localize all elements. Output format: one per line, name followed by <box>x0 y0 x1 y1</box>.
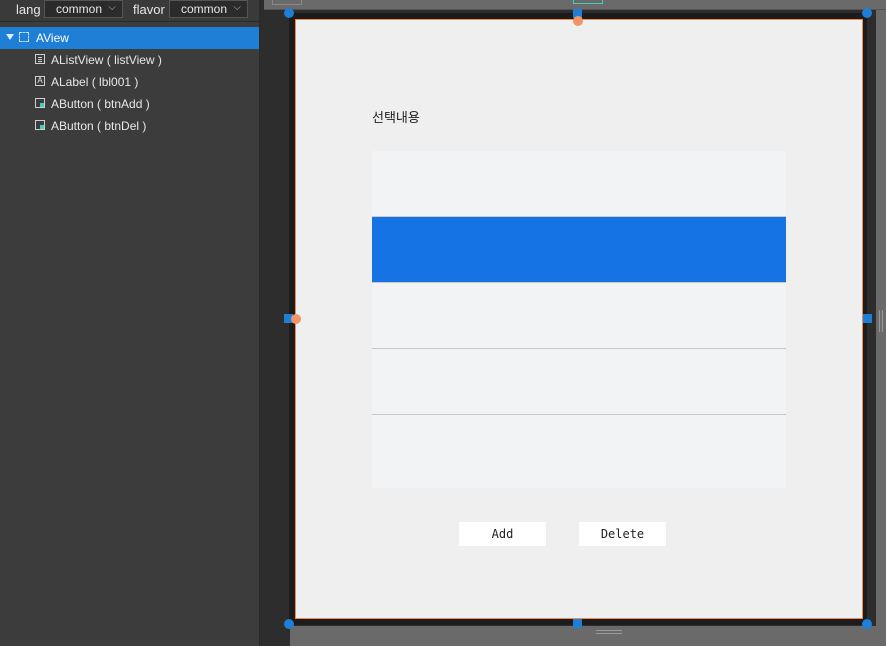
component-tree-panel: lang common ⌵ flavor common ⌵ AView ALis… <box>0 0 260 646</box>
bottom-ruler <box>290 626 886 646</box>
tree-item-label: AButton ( btnDel ) <box>51 119 147 133</box>
button-icon <box>35 120 45 130</box>
listview[interactable] <box>372 151 786 488</box>
button-icon <box>35 98 45 108</box>
expand-arrow-icon[interactable] <box>6 34 14 40</box>
view-icon <box>19 32 29 42</box>
tree-item-label: ALabel ( lbl001 ) <box>51 75 139 89</box>
list-item[interactable] <box>372 151 786 217</box>
resize-handle-top-right[interactable] <box>862 8 872 18</box>
design-canvas: 선택내용 Add Delete <box>260 0 886 646</box>
tree-item-aview[interactable]: AView <box>0 27 259 49</box>
flavor-label: flavor <box>133 2 165 17</box>
lbl001-label[interactable]: 선택내용 <box>372 107 420 126</box>
lang-label: lang <box>16 2 41 17</box>
lang-select-value: common <box>56 2 103 16</box>
resize-handle-bottom-right[interactable] <box>862 619 872 629</box>
list-item-selected[interactable] <box>372 217 786 283</box>
delete-button[interactable]: Delete <box>579 522 666 546</box>
anchor-handle-top[interactable] <box>573 16 583 26</box>
aview-canvas[interactable]: 선택내용 Add Delete <box>295 19 863 619</box>
tree-item-btndel[interactable]: AButton ( btnDel ) <box>0 115 259 137</box>
tree-item-label: AView <box>36 31 69 45</box>
right-ruler <box>876 10 886 626</box>
resize-handle-bottom[interactable] <box>573 619 582 628</box>
anchor-handle-left[interactable] <box>291 314 301 324</box>
list-item[interactable] <box>372 349 786 415</box>
flavor-select-value: common <box>181 2 228 16</box>
lang-select[interactable]: common ⌵ <box>44 0 123 18</box>
tree-item-listview[interactable]: AListView ( listView ) <box>0 49 259 71</box>
chevron-down-icon: ⌵ <box>233 2 241 13</box>
tree-item-label: AButton ( btnAdd ) <box>51 97 150 111</box>
resize-handle-top-left[interactable] <box>284 8 294 18</box>
bottom-grip-handle[interactable] <box>596 630 622 631</box>
resize-handle-right[interactable] <box>863 314 872 323</box>
ruler-marker <box>272 0 302 5</box>
tree-toolbar: lang common ⌵ flavor common ⌵ <box>0 0 259 22</box>
label-icon: A <box>35 76 45 86</box>
tree-item-label: AListView ( listView ) <box>51 53 162 67</box>
add-button[interactable]: Add <box>459 522 546 546</box>
chevron-down-icon: ⌵ <box>108 2 116 13</box>
list-item[interactable] <box>372 415 786 488</box>
resize-handle-bottom-left[interactable] <box>284 619 294 629</box>
flavor-select[interactable]: common ⌵ <box>169 0 248 18</box>
listview-icon <box>35 54 45 64</box>
right-grip-handle[interactable] <box>879 310 880 332</box>
top-resize-marker[interactable] <box>573 0 603 4</box>
list-item[interactable] <box>372 283 786 349</box>
tree-item-label-lbl001[interactable]: A ALabel ( lbl001 ) <box>0 71 259 93</box>
tree-item-btnadd[interactable]: AButton ( btnAdd ) <box>0 93 259 115</box>
